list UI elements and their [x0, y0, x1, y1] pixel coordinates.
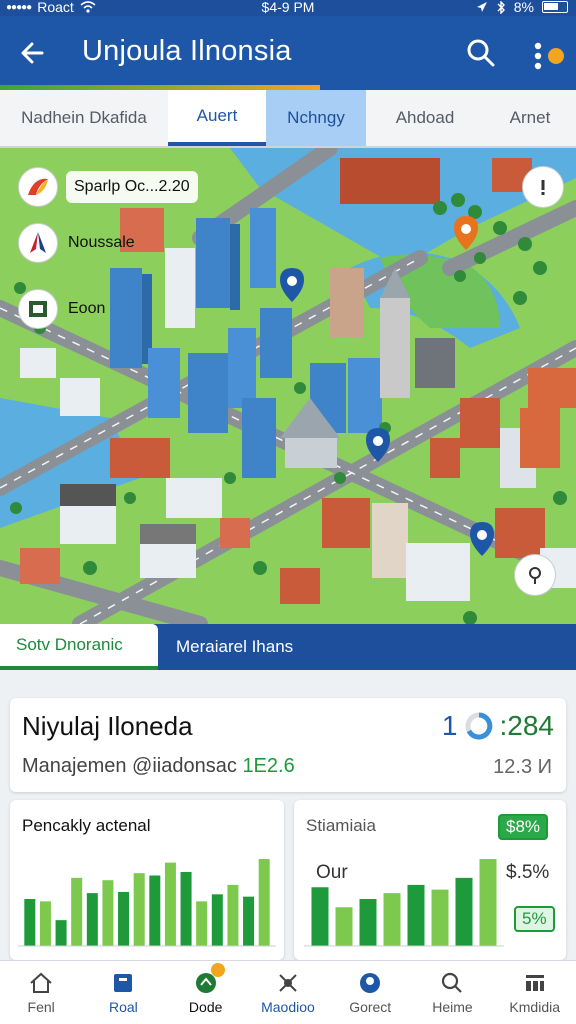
top-tabs: Nadhein Dkafida Auert Nchngy Ahdoad Arne… — [0, 90, 576, 148]
chart-bar — [180, 871, 192, 946]
chart-bar — [55, 920, 67, 946]
section-tab-meraiarel[interactable]: Meraiarel Ihans — [158, 624, 293, 670]
summary-number-suffix: :284 — [499, 710, 555, 741]
chart-bar — [102, 880, 114, 946]
poi-label-2: Noussale — [68, 234, 135, 251]
tab-nadhein[interactable]: Nadhein Dkafida — [0, 90, 168, 146]
poi-logo-1 — [18, 167, 58, 207]
store-icon — [29, 301, 47, 317]
status-bar: ●●●●● Roact $4-9 PM 8% — [0, 0, 576, 16]
chart-bar — [133, 873, 145, 946]
chart-bar — [196, 901, 208, 946]
nav-item-fenl[interactable]: Fenl — [0, 961, 82, 1024]
nav-badge — [210, 963, 225, 977]
nav-label-kmdidia: Kmdidia — [509, 999, 561, 1015]
back-arrow-icon[interactable] — [16, 36, 50, 70]
poi-logo-3 — [18, 289, 58, 329]
nav-item-gorect[interactable]: Gorect — [329, 961, 411, 1024]
tab-arnet[interactable]: Arnet — [484, 90, 576, 146]
nav-label-dode: Dode — [188, 999, 223, 1015]
notification-dot — [548, 48, 564, 64]
chart-bar — [258, 859, 270, 946]
chart-bar — [86, 893, 98, 946]
summary-card[interactable]: Niyulaj Iloneda Manajemen @iiadonsac 1E2… — [10, 698, 566, 792]
summary-subtitle: Manajemen @iiadonsac 1E2.6 — [22, 755, 295, 778]
map-alert-button[interactable] — [522, 166, 564, 208]
nav-item-kmdidia[interactable]: Kmdidia — [494, 961, 576, 1024]
nav-label-heime: Heime — [432, 999, 473, 1015]
chart-bar — [407, 884, 425, 946]
poi-card-1[interactable]: Sparlp Oc...2.20 — [18, 166, 198, 208]
chart-bar — [24, 899, 36, 946]
chart-bar — [243, 896, 255, 946]
chart-bar — [455, 877, 473, 946]
chart-left-svg — [18, 859, 276, 947]
nav-item-dode[interactable]: Dode — [165, 961, 247, 1024]
city-map[interactable]: Sparlp Oc...2.20 Noussale Eoon — [0, 148, 576, 624]
tab-ahdoad[interactable]: Ahdoad — [366, 90, 484, 146]
section-tabs: Sotv Dnoranic Meraiarel Ihans — [0, 624, 576, 670]
chart-bar — [71, 877, 83, 946]
grid-icon — [525, 975, 544, 991]
chart-bar — [311, 887, 329, 946]
chart-bar — [164, 862, 176, 946]
battery-icon — [542, 1, 568, 13]
chart-bar — [479, 859, 497, 946]
map-locate-button[interactable] — [514, 554, 556, 596]
locate-icon — [529, 567, 541, 584]
home-icon — [30, 972, 52, 993]
pin-icon — [360, 973, 381, 993]
chart-bar — [335, 907, 353, 946]
alert-icon — [541, 180, 545, 195]
summary-subtitle-value: 1E2.6 — [242, 755, 295, 777]
chart-bar — [39, 901, 51, 946]
chart-card-left[interactable]: Pencakly actenal — [10, 800, 284, 960]
compass-icon — [279, 974, 297, 992]
chart-bar — [431, 889, 449, 946]
nav-label-gorect: Gorect — [349, 999, 392, 1015]
chart-bar — [359, 899, 377, 946]
poi-logo-2 — [18, 223, 58, 263]
nav-item-maodioo[interactable]: Maodioo — [247, 961, 329, 1024]
app-bar: Unjoula Ilnonsia — [0, 16, 576, 90]
nav-item-heime[interactable]: Heime — [411, 961, 493, 1024]
brand-logo-icon — [30, 232, 46, 253]
poi-card-3[interactable]: Eoon — [18, 288, 113, 330]
summary-number: 1 :284 — [442, 710, 554, 742]
nav-label-fenl: Fenl — [27, 999, 55, 1015]
location-arrow-icon — [476, 2, 487, 12]
chart-bar — [118, 891, 130, 946]
battery-percent: 8% — [513, 0, 534, 15]
chart-right-svg — [304, 859, 504, 947]
bluetooth-icon — [497, 0, 505, 14]
chart-card-right[interactable]: Stiamiaia $8% Our $.5% 5% — [294, 800, 566, 960]
chart-bar — [149, 875, 161, 946]
bottom-nav: Fenl Roal Dode Maodioo Gorect Heime Kmdi… — [0, 960, 576, 1024]
poi-label-1: Sparlp Oc...2.20 — [66, 171, 198, 203]
poi-label-3: Eoon — [68, 300, 106, 317]
poi-card-2[interactable]: Noussale — [18, 222, 143, 264]
progress-ring-icon — [465, 712, 492, 740]
tab-auert[interactable]: Auert — [168, 90, 266, 146]
search-icon — [442, 972, 463, 993]
app-title: Unjoula Ilnonsia — [82, 35, 292, 67]
summary-number-prefix: 1 — [441, 710, 458, 741]
status-right: 8% — [476, 0, 568, 15]
book-icon — [114, 974, 133, 992]
nav-label-maodioo: Maodioo — [261, 999, 315, 1015]
summary-title: Niyulaj Iloneda — [22, 711, 193, 741]
chart-bar — [227, 884, 239, 946]
summary-value: 12.3 И — [493, 756, 552, 778]
map-illustration — [0, 148, 576, 624]
tab-nchngy[interactable]: Nchngy — [266, 90, 366, 146]
chart-bar — [383, 893, 401, 946]
chart-bar — [211, 894, 223, 946]
search-icon[interactable] — [464, 36, 498, 70]
nav-item-roal[interactable]: Roal — [82, 961, 164, 1024]
nav-label-roal: Roal — [109, 999, 138, 1015]
section-tab-sotv[interactable]: Sotv Dnoranic — [0, 624, 158, 670]
brand-logo-icon — [28, 178, 48, 195]
summary-subtitle-text: Manajemen @iiadonsac — [22, 755, 237, 777]
screen: ●●●●● Roact $4-9 PM 8% Unjoula Ilnonsia … — [0, 0, 576, 1024]
